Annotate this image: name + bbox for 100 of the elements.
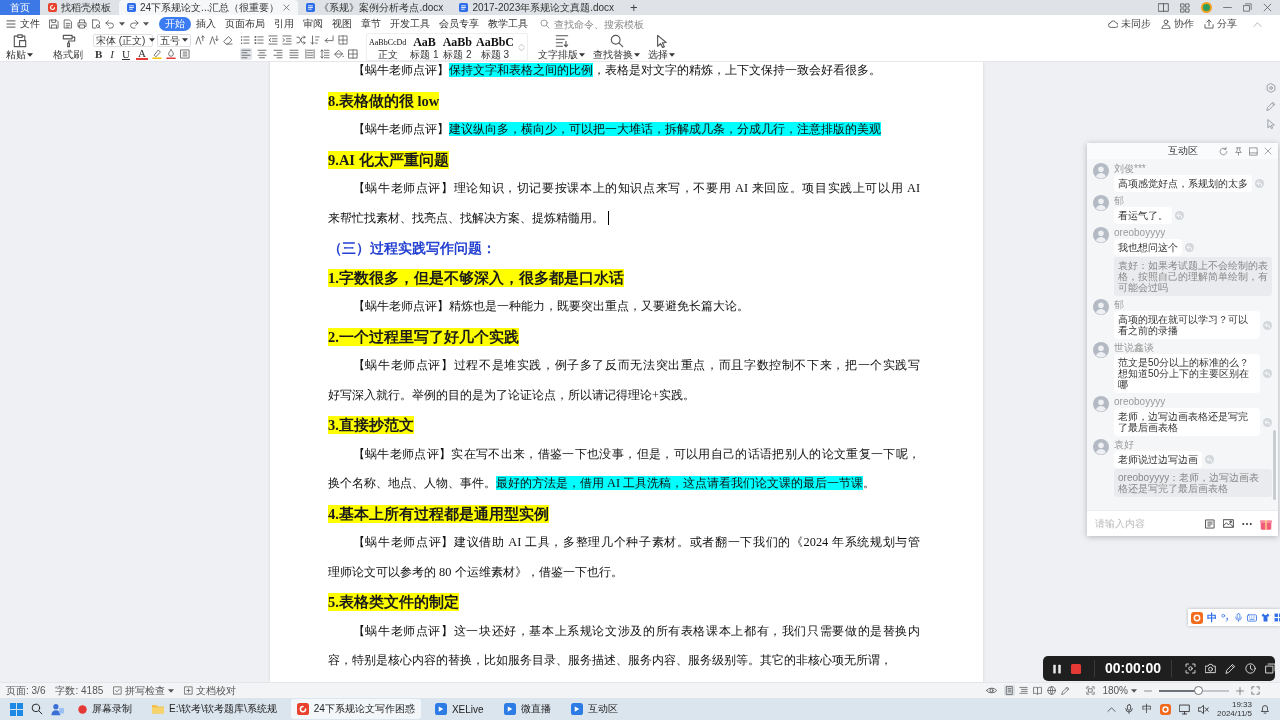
menu-tab[interactable]: 开始 xyxy=(159,17,191,31)
eye-icon[interactable] xyxy=(986,685,998,696)
note-icon[interactable] xyxy=(1205,518,1215,529)
clock-time[interactable]: 19:33 xyxy=(1231,700,1252,709)
caret-icon[interactable] xyxy=(579,52,586,57)
undo-icon[interactable] xyxy=(105,19,115,29)
panel-icon[interactable] xyxy=(1249,146,1258,156)
clock-icon[interactable] xyxy=(1245,663,1257,674)
restore-icon[interactable] xyxy=(1243,3,1252,12)
input-mode[interactable]: 中 xyxy=(1142,703,1152,715)
bullet-list-icon[interactable] xyxy=(240,35,250,45)
close-icon[interactable] xyxy=(283,4,291,11)
bold-button[interactable]: B xyxy=(93,48,105,60)
align-center-button[interactable] xyxy=(256,48,268,60)
style-item[interactable]: AaBb 标题 2 xyxy=(440,34,474,60)
align-left-button[interactable] xyxy=(240,48,252,60)
edit-view-button[interactable] xyxy=(1060,685,1072,696)
taskbar-app[interactable]: XELive xyxy=(428,699,490,719)
caret-icon[interactable] xyxy=(168,688,175,693)
justify-button[interactable] xyxy=(288,48,300,60)
new-tab-button[interactable]: + xyxy=(622,0,646,15)
person-icon[interactable] xyxy=(51,702,64,716)
menu-tab[interactable]: 插入 xyxy=(192,17,220,31)
ime-logo-icon[interactable] xyxy=(1160,703,1171,715)
reading-view-button[interactable] xyxy=(1032,685,1044,696)
paint-bucket-icon[interactable] xyxy=(334,49,344,59)
collaborate-button[interactable]: 协作 xyxy=(1161,17,1194,31)
avatar[interactable] xyxy=(1201,2,1212,13)
microphone-icon[interactable] xyxy=(1234,613,1243,622)
menu-tab[interactable]: 教学工具 xyxy=(484,17,532,31)
speaker-muted-icon[interactable] xyxy=(1198,703,1209,715)
cursor-icon[interactable] xyxy=(1266,119,1276,129)
proofread-button[interactable]: 文档校对 xyxy=(184,683,237,698)
split-window-icon[interactable] xyxy=(1158,2,1169,13)
outdent-icon[interactable] xyxy=(268,35,278,45)
clock-date[interactable]: 2024/11/5 xyxy=(1217,709,1252,718)
font-size-field[interactable]: 五号 xyxy=(157,33,191,47)
redo-icon[interactable] xyxy=(129,19,139,29)
distributed-align-button[interactable] xyxy=(304,48,316,60)
caret-icon[interactable] xyxy=(669,52,676,57)
slider-thumb[interactable] xyxy=(1194,686,1204,695)
style-item[interactable]: AaBbCcDd 正文 xyxy=(367,34,409,60)
keyboard-icon[interactable] xyxy=(1247,612,1257,623)
fullscreen-icon[interactable] xyxy=(1251,686,1260,695)
style-item[interactable]: AaB 标题 1 xyxy=(408,34,441,60)
chevron-up-icon[interactable] xyxy=(1107,704,1116,714)
pin-icon[interactable] xyxy=(1234,146,1243,156)
menu-tab[interactable]: 页面布局 xyxy=(221,17,269,31)
tab[interactable]: 《系规》案例分析考点.docx xyxy=(298,0,452,15)
line-spacing-icon[interactable] xyxy=(320,49,330,59)
caret-icon[interactable] xyxy=(143,22,149,26)
menu-tab[interactable]: 章节 xyxy=(357,17,385,31)
file-menu[interactable]: 文件 xyxy=(6,17,40,31)
print-preview-icon[interactable] xyxy=(91,19,101,29)
punctuation-icon[interactable] xyxy=(1221,613,1230,622)
caret-icon[interactable] xyxy=(182,38,188,42)
format-painter-button[interactable]: 格式刷 xyxy=(51,34,86,60)
grid-icon[interactable] xyxy=(1180,2,1190,13)
page-view-button[interactable] xyxy=(1004,685,1016,696)
table-icon[interactable] xyxy=(338,35,348,45)
sync-button[interactable]: 未同步 xyxy=(1108,17,1151,31)
print-icon[interactable] xyxy=(77,19,87,29)
underline-button[interactable]: U xyxy=(120,48,132,60)
sort-icon[interactable] xyxy=(310,35,320,45)
outline-view-button[interactable] xyxy=(1018,685,1030,696)
caret-icon[interactable] xyxy=(119,22,125,26)
menu-tab[interactable]: 开发工具 xyxy=(386,17,434,31)
select-button[interactable]: 选择 xyxy=(646,34,678,60)
menu-tab[interactable]: 视图 xyxy=(328,17,356,31)
search-field[interactable]: 查找命令、搜索模板 xyxy=(540,18,654,30)
font-shrink-icon[interactable] xyxy=(209,35,219,45)
taskbar-app[interactable]: 屏幕录制 xyxy=(72,699,138,719)
font-grow-icon[interactable] xyxy=(195,35,205,45)
taskbar-app[interactable]: 24下系规论文写作困惑 xyxy=(290,699,421,719)
find-replace-button[interactable]: 查找替换 xyxy=(591,34,643,60)
ime-logo-icon[interactable] xyxy=(1191,611,1203,624)
text-layout-button[interactable]: 文字排版 xyxy=(536,34,588,60)
taskbar-app[interactable]: 微直播 xyxy=(497,699,557,719)
drop-icon[interactable] xyxy=(165,49,176,59)
caret-icon[interactable] xyxy=(634,52,641,57)
bell-icon[interactable] xyxy=(1260,704,1270,714)
close-icon[interactable] xyxy=(1263,3,1272,12)
return-arrow-icon[interactable] xyxy=(324,35,334,45)
tab[interactable]: 找稻壳模板 xyxy=(40,0,119,15)
web-view-button[interactable] xyxy=(1046,685,1058,696)
border-icon[interactable] xyxy=(348,49,358,59)
style-item[interactable]: AaBbC 标题 3 xyxy=(474,34,517,60)
camera-icon[interactable] xyxy=(1205,663,1217,674)
refresh-icon[interactable] xyxy=(1219,146,1228,156)
document-icon[interactable] xyxy=(63,19,73,29)
taskbar-app[interactable]: E:\软考\软考题库\系统规 xyxy=(146,699,283,719)
text-box-icon[interactable] xyxy=(179,49,190,59)
shirt-icon[interactable] xyxy=(1261,613,1270,622)
pause-icon[interactable] xyxy=(1052,663,1062,674)
monitor-icon[interactable] xyxy=(1179,703,1190,715)
tab[interactable]: 24下系规论文...汇总（很重要） xyxy=(119,0,299,15)
caret-icon[interactable] xyxy=(27,52,33,57)
window-icon[interactable] xyxy=(1265,663,1277,674)
indent-icon[interactable] xyxy=(282,35,292,45)
eraser-icon[interactable] xyxy=(223,35,233,45)
